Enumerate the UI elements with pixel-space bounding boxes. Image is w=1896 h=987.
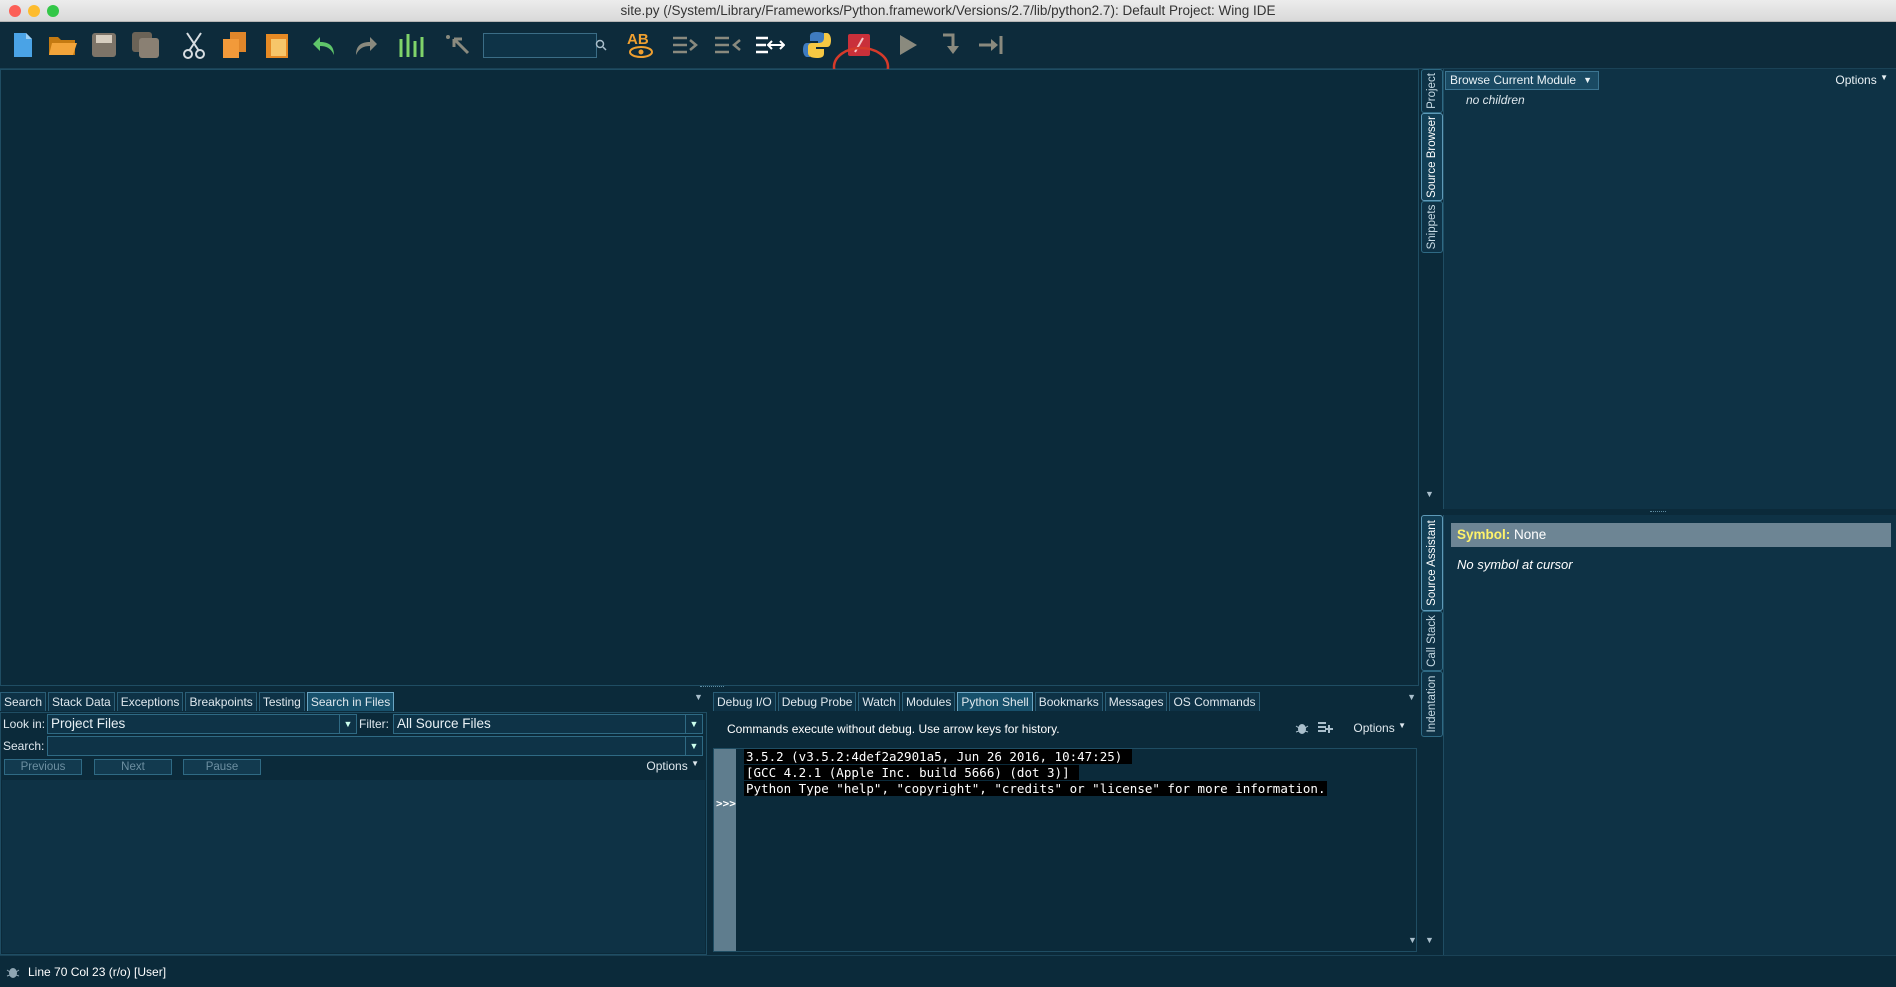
shell-hint-text: Commands execute without debug. Use arro… (727, 722, 1060, 736)
select-icon[interactable] (443, 30, 473, 60)
redo-icon[interactable] (350, 30, 380, 60)
no-symbol-text: No symbol at cursor (1457, 557, 1573, 572)
tab-search-in-files[interactable]: Search in Files (306, 692, 395, 711)
shell-output-area[interactable]: >>> 3.5.2 (v3.5.2:4def2a2901a5, Jun 26 2… (713, 748, 1417, 952)
tab-source-browser[interactable]: Source Browser (1421, 113, 1443, 201)
tab-breakpoints[interactable]: Breakpoints (185, 692, 257, 711)
shell-prompt: >>> (716, 797, 736, 810)
editor-area[interactable] (0, 69, 1419, 686)
tab-os-commands[interactable]: OS Commands (1169, 692, 1260, 711)
step-out-icon[interactable] (976, 30, 1006, 60)
bottom-left-tab-row: Search Stack Data Exceptions Breakpoints… (0, 692, 396, 712)
previous-button[interactable]: Previous (4, 759, 82, 775)
spell-check-icon[interactable]: AB (625, 30, 661, 60)
splitter-handle[interactable] (700, 686, 724, 690)
new-file-icon[interactable] (8, 30, 38, 60)
shell-output-line: [GCC 4.2.1 (Apple Inc. build 5666) (dot … (744, 765, 1080, 780)
toolbar: AB (0, 22, 1896, 88)
splitter-handle[interactable] (1650, 511, 1666, 514)
browser-options-menu[interactable]: Options ▼ (1835, 73, 1888, 87)
tab-debug-probe[interactable]: Debug Probe (777, 692, 857, 711)
source-browser-panel: Browse Current Module ▼ Options ▼ no chi… (1443, 69, 1896, 509)
save-icon[interactable] (89, 30, 119, 60)
open-file-icon[interactable] (48, 30, 78, 60)
toolbar-search-input[interactable] (483, 33, 597, 58)
status-text: Line 70 Col 23 (r/o) [User] (28, 965, 167, 979)
scroll-down-arrow-icon[interactable]: ▼ (1425, 489, 1434, 499)
tab-exceptions[interactable]: Exceptions (116, 692, 184, 711)
tab-source-assistant[interactable]: Source Assistant (1421, 515, 1443, 611)
panel-menu-icon[interactable]: ▼ (1407, 692, 1416, 702)
step-into-icon[interactable] (935, 30, 965, 60)
copy-icon[interactable] (220, 30, 250, 60)
tab-messages[interactable]: Messages (1104, 692, 1168, 711)
outdent-icon[interactable] (713, 30, 743, 60)
search-in-files-panel: Search Stack Data Exceptions Breakpoints… (0, 692, 707, 955)
search-icon[interactable] (590, 30, 612, 60)
scroll-down-arrow-icon[interactable]: ▼ (1408, 935, 1417, 945)
tab-modules[interactable]: Modules (901, 692, 956, 711)
tab-python-shell[interactable]: Python Shell (957, 692, 1033, 711)
svg-text:AB: AB (627, 31, 649, 48)
cut-icon[interactable] (179, 30, 209, 60)
next-button[interactable]: Next (94, 759, 172, 775)
chevron-down-icon: ▼ (1583, 75, 1592, 85)
shell-options-menu[interactable]: Options ▼ (1353, 721, 1406, 735)
tab-testing[interactable]: Testing (258, 692, 305, 711)
pause-button[interactable]: Pause (183, 759, 261, 775)
right-side-tab-strip: Project Source Browser Snippets ▼ Source… (1420, 69, 1443, 955)
tab-bookmarks[interactable]: Bookmarks (1034, 692, 1103, 711)
paste-icon[interactable] (262, 30, 292, 60)
python-icon[interactable] (802, 30, 832, 60)
window-title: site.py (/System/Library/Frameworks/Pyth… (620, 3, 1276, 18)
chevron-down-icon: ▼ (685, 715, 702, 733)
search-results-area[interactable] (2, 780, 705, 953)
tab-watch[interactable]: Watch (858, 692, 900, 711)
search-options-menu[interactable]: Options ▼ (646, 759, 699, 773)
tab-search[interactable]: Search (0, 692, 47, 711)
undo-icon[interactable] (310, 30, 340, 60)
filter-dropdown[interactable]: All Source Files ▼ (393, 714, 703, 734)
save-all-icon[interactable] (131, 30, 161, 60)
shell-output-line: Python Type "help", "copyright", "credit… (744, 781, 1328, 796)
shell-output-line: 3.5.2 (v3.5.2:4def2a2901a5, Jun 26 2016,… (744, 749, 1132, 764)
new-shell-icon[interactable] (1317, 721, 1333, 738)
chevron-down-icon: ▼ (339, 715, 356, 733)
panel-menu-icon[interactable]: ▼ (694, 692, 703, 702)
bug-status-icon[interactable] (6, 965, 20, 982)
tab-indentation[interactable]: Indentation (1421, 671, 1443, 737)
tab-snippets[interactable]: Snippets (1421, 201, 1443, 253)
tab-stack-data[interactable]: Stack Data (48, 692, 115, 711)
source-assistant-panel: Symbol: None No symbol at cursor (1443, 515, 1896, 955)
browse-mode-dropdown[interactable]: Browse Current Module ▼ (1445, 71, 1599, 90)
chevron-down-icon: ▼ (685, 737, 702, 755)
tab-project[interactable]: Project (1421, 69, 1443, 113)
run-icon[interactable] (893, 30, 923, 60)
shell-gutter (714, 749, 736, 951)
search-field[interactable]: ▼ (47, 736, 703, 756)
search-label: Search: (3, 739, 45, 753)
indent-to-match-icon[interactable] (398, 30, 428, 60)
no-children-text: no children (1466, 93, 1525, 107)
reformat-icon[interactable] (755, 30, 785, 60)
indent-icon[interactable] (671, 30, 701, 60)
scroll-down-arrow-icon[interactable]: ▼ (1425, 935, 1434, 945)
symbol-header: Symbol: None (1451, 523, 1891, 547)
status-bar: Line 70 Col 23 (r/o) [User] (0, 955, 1896, 987)
title-bar: site.py (/System/Library/Frameworks/Pyth… (0, 0, 1896, 22)
bottom-right-tab-row: Debug I/O Debug Probe Watch Modules Pyth… (713, 692, 1262, 712)
look-in-dropdown[interactable]: Project Files ▼ (47, 714, 357, 734)
bug-icon[interactable] (1295, 721, 1309, 738)
tab-debug-io[interactable]: Debug I/O (713, 692, 776, 711)
tab-call-stack[interactable]: Call Stack (1421, 611, 1443, 671)
filter-label: Filter: (359, 717, 389, 731)
look-in-label: Look in: (3, 717, 46, 731)
